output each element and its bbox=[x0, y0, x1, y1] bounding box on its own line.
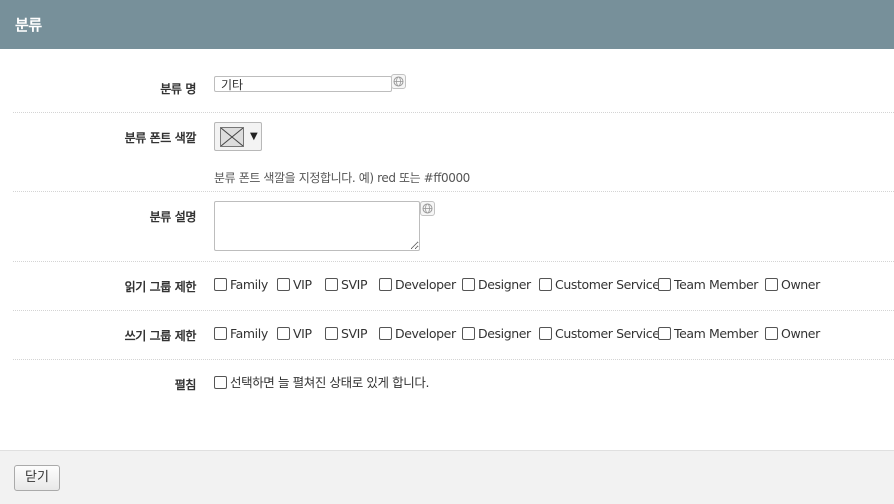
checkbox[interactable] bbox=[214, 376, 227, 389]
expand-option[interactable]: 선택하면 늘 펼쳐진 상태로 있게 합니다. bbox=[214, 376, 429, 390]
checkbox[interactable] bbox=[379, 327, 392, 340]
form-area: 분류 명 분류 폰트 색깔 ▼ 분류 폰트 색깔을 지정합니다. 예) red … bbox=[0, 49, 894, 450]
checkbox[interactable] bbox=[765, 327, 778, 340]
caret-down-icon: ▼ bbox=[250, 131, 258, 142]
checkbox[interactable] bbox=[277, 278, 290, 291]
read-group-designer[interactable]: Designer bbox=[462, 278, 531, 292]
write-group-developer[interactable]: Developer bbox=[379, 327, 456, 341]
font-color-hint: 분류 폰트 색깔을 지정합니다. 예) red 또는 #ff0000 bbox=[214, 171, 470, 185]
checkbox[interactable] bbox=[462, 327, 475, 340]
read-groups-label: 읽기 그룹 제한 bbox=[124, 280, 197, 294]
globe-icon[interactable] bbox=[420, 201, 435, 216]
write-groups-label: 쓰기 그룹 제한 bbox=[124, 329, 197, 343]
checkbox[interactable] bbox=[539, 327, 552, 340]
window-title: 분류 bbox=[15, 16, 42, 34]
checkbox[interactable] bbox=[325, 278, 338, 291]
write-groups-row: 쓰기 그룹 제한 Family VIP SVIP Developer Desig… bbox=[13, 312, 894, 360]
read-group-vip[interactable]: VIP bbox=[277, 278, 312, 292]
write-group-team-member[interactable]: Team Member bbox=[658, 327, 758, 341]
checkbox[interactable] bbox=[658, 278, 671, 291]
name-input[interactable] bbox=[214, 76, 392, 92]
font-color-row: 분류 폰트 색깔 ▼ 분류 폰트 색깔을 지정합니다. 예) red 또는 #f… bbox=[13, 114, 894, 192]
read-group-svip[interactable]: SVIP bbox=[325, 278, 368, 292]
write-group-designer[interactable]: Designer bbox=[462, 327, 531, 341]
checkbox[interactable] bbox=[765, 278, 778, 291]
write-group-owner[interactable]: Owner bbox=[765, 327, 820, 341]
write-group-vip[interactable]: VIP bbox=[277, 327, 312, 341]
write-group-family[interactable]: Family bbox=[214, 327, 268, 341]
title-bar: 분류 bbox=[0, 0, 894, 49]
description-textarea[interactable] bbox=[214, 201, 420, 251]
checkbox[interactable] bbox=[214, 278, 227, 291]
read-group-customer-service[interactable]: Customer Service bbox=[539, 278, 660, 292]
read-group-family[interactable]: Family bbox=[214, 278, 268, 292]
description-row: 분류 설명 bbox=[13, 193, 894, 262]
read-group-owner[interactable]: Owner bbox=[765, 278, 820, 292]
checkbox[interactable] bbox=[214, 327, 227, 340]
close-button[interactable]: 닫기 bbox=[14, 465, 60, 491]
globe-icon[interactable] bbox=[391, 74, 406, 89]
no-color-swatch-icon bbox=[220, 127, 244, 147]
name-label: 분류 명 bbox=[160, 82, 196, 96]
checkbox[interactable] bbox=[379, 278, 392, 291]
color-picker-button[interactable]: ▼ bbox=[214, 122, 262, 151]
name-row: 분류 명 bbox=[13, 49, 894, 113]
font-color-label: 분류 폰트 색깔 bbox=[124, 131, 197, 145]
read-groups-row: 읽기 그룹 제한 Family VIP SVIP Developer Desig… bbox=[13, 263, 894, 311]
read-group-team-member[interactable]: Team Member bbox=[658, 278, 758, 292]
read-group-developer[interactable]: Developer bbox=[379, 278, 456, 292]
checkbox[interactable] bbox=[462, 278, 475, 291]
checkbox[interactable] bbox=[325, 327, 338, 340]
expand-label: 펼침 bbox=[174, 378, 197, 392]
description-label: 분류 설명 bbox=[149, 210, 197, 224]
checkbox[interactable] bbox=[658, 327, 671, 340]
write-group-customer-service[interactable]: Customer Service bbox=[539, 327, 660, 341]
expand-row: 펼침 선택하면 늘 펼쳐진 상태로 있게 합니다. bbox=[13, 361, 894, 409]
footer: 닫기 bbox=[0, 450, 894, 504]
write-group-svip[interactable]: SVIP bbox=[325, 327, 368, 341]
checkbox[interactable] bbox=[539, 278, 552, 291]
checkbox[interactable] bbox=[277, 327, 290, 340]
